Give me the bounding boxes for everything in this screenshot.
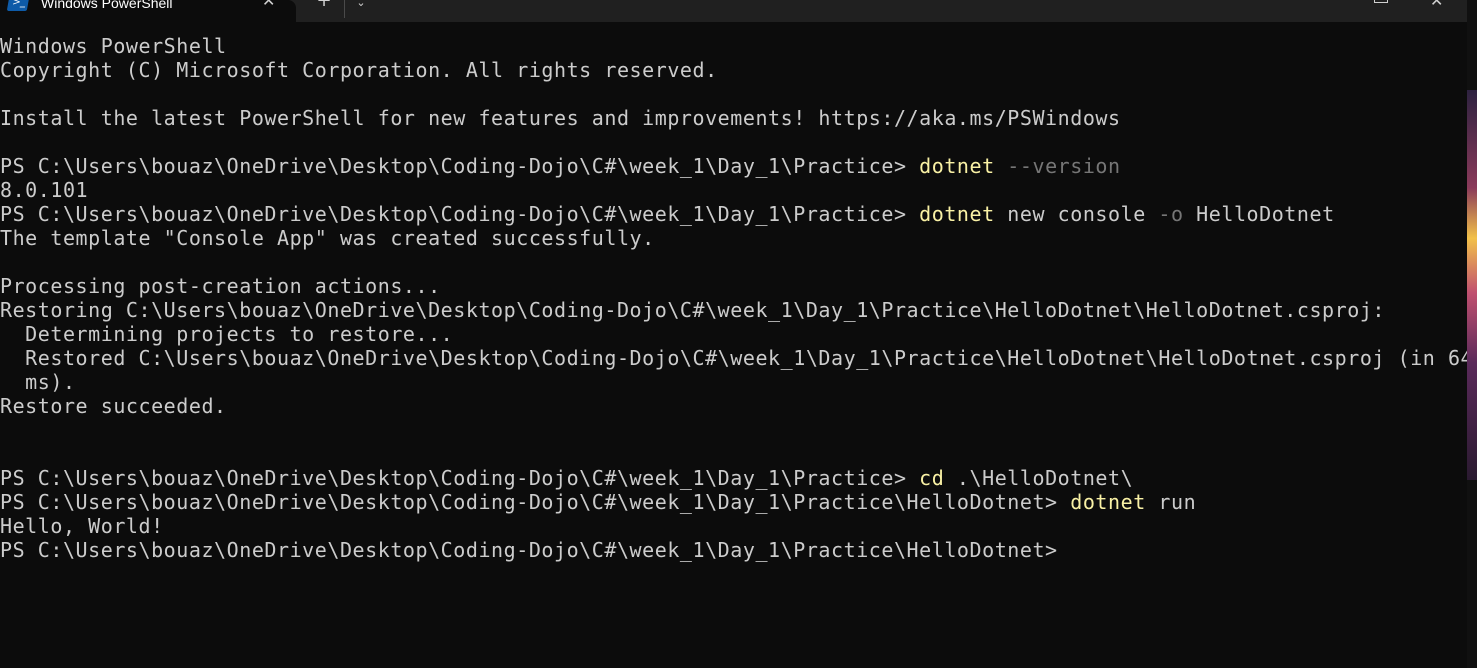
terminal-line: Restore succeeded. [0, 394, 1467, 418]
output-text: Windows PowerShell [0, 34, 227, 58]
title-bar[interactable]: >_ Windows PowerShell ✕ + ⌄ ✕ [0, 0, 1467, 22]
terminal-line: Copyright (C) Microsoft Corporation. All… [0, 58, 1467, 82]
tab-title: Windows PowerShell [41, 0, 173, 11]
window-close-button[interactable]: ✕ [1430, 0, 1443, 12]
terminal-line: ms). [0, 370, 1467, 394]
terminal-line: PS C:\Users\bouaz\OneDrive\Desktop\Codin… [0, 202, 1467, 226]
output-text: PS C:\Users\bouaz\OneDrive\Desktop\Codin… [0, 490, 1071, 514]
output-text: HelloDotnet [1183, 202, 1335, 226]
desktop-wallpaper-edge [1467, 90, 1477, 480]
output-text: Copyright (C) Microsoft Corporation. All… [0, 58, 718, 82]
output-text: PS C:\Users\bouaz\OneDrive\Desktop\Codin… [0, 466, 920, 490]
command-token: dotnet [919, 202, 995, 226]
output-text: PS C:\Users\bouaz\OneDrive\Desktop\Codin… [0, 202, 920, 226]
tab-close-icon[interactable]: ✕ [262, 0, 275, 12]
output-text: Install the latest PowerShell for new fe… [0, 106, 1121, 130]
parameter-token: --version [1007, 154, 1121, 178]
terminal-line: Processing post-creation actions... [0, 274, 1467, 298]
terminal-line: PS C:\Users\bouaz\OneDrive\Desktop\Codin… [0, 538, 1467, 562]
terminal-line: PS C:\Users\bouaz\OneDrive\Desktop\Codin… [0, 154, 1467, 178]
output-text: Hello, World! [0, 514, 164, 538]
output-text: The template "Console App" was created s… [0, 226, 655, 250]
command-token: dotnet [1070, 490, 1146, 514]
powershell-icon: >_ [6, 0, 30, 11]
output-text: PS C:\Users\bouaz\OneDrive\Desktop\Codin… [0, 154, 920, 178]
output-text: run [1145, 490, 1197, 514]
terminal-line: Install the latest PowerShell for new fe… [0, 106, 1467, 130]
terminal-line: 8.0.101 [0, 178, 1467, 202]
terminal-line: The template "Console App" was created s… [0, 226, 1467, 250]
titlebar-divider [344, 0, 345, 18]
output-text: .\HelloDotnet\ [944, 466, 1134, 490]
new-tab-button[interactable]: + [312, 0, 336, 12]
terminal-line: PS C:\Users\bouaz\OneDrive\Desktop\Codin… [0, 466, 1467, 490]
command-token: dotnet [919, 154, 995, 178]
output-text: ms). [0, 370, 76, 394]
terminal-line: PS C:\Users\bouaz\OneDrive\Desktop\Codin… [0, 490, 1467, 514]
output-text: Determining projects to restore... [0, 322, 454, 346]
terminal-line: Determining projects to restore... [0, 322, 1467, 346]
output-text: Restored C:\Users\bouaz\OneDrive\Desktop… [0, 346, 1467, 370]
output-text: Restore succeeded. [0, 394, 227, 418]
output-text: Restoring C:\Users\bouaz\OneDrive\Deskto… [0, 298, 1386, 322]
desktop-background-bottom [1467, 480, 1477, 668]
output-text: new console [994, 202, 1159, 226]
output-text: 8.0.101 [0, 178, 89, 202]
tab-windows-powershell[interactable]: >_ Windows PowerShell ✕ [0, 0, 296, 22]
output-text: PS C:\Users\bouaz\OneDrive\Desktop\Codin… [0, 538, 1058, 562]
command-token: cd [919, 466, 945, 490]
terminal-line: Restored C:\Users\bouaz\OneDrive\Desktop… [0, 346, 1467, 370]
output-text: Processing post-creation actions... [0, 274, 441, 298]
parameter-token: -o [1158, 202, 1184, 226]
terminal-line: Restoring C:\Users\bouaz\OneDrive\Deskto… [0, 298, 1467, 322]
tab-dropdown-chevron-icon[interactable]: ⌄ [350, 0, 372, 14]
maximize-button[interactable] [1374, 0, 1388, 3]
terminal-line: Windows PowerShell [0, 34, 1467, 58]
terminal-line: Hello, World! [0, 514, 1467, 538]
desktop-background-edge [1467, 0, 1477, 90]
terminal-output[interactable]: Windows PowerShell Copyright (C) Microsof… [0, 34, 1467, 668]
